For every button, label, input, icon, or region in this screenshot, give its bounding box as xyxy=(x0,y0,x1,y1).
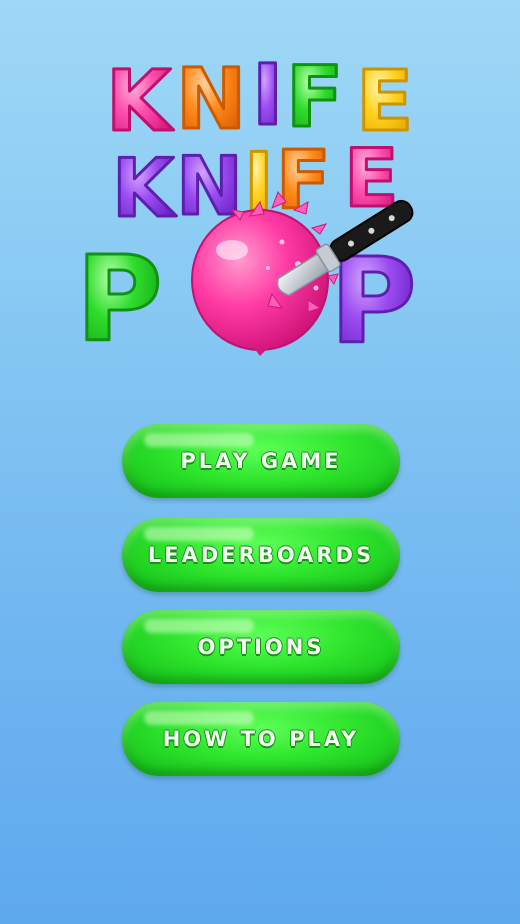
game-logo: K N I F E K N I F E P P xyxy=(75,45,418,369)
leaderboards-button[interactable]: LEADERBOARDS xyxy=(122,518,400,592)
logo-letter-k: K xyxy=(106,52,174,150)
leaderboards-label: LEADERBOARDS xyxy=(147,543,375,567)
play-game-label: PLAY GAME xyxy=(180,449,342,473)
logo-letter-n: N xyxy=(176,50,246,148)
logo-letter-f: F xyxy=(286,48,343,146)
options-label: OPTIONS xyxy=(197,635,325,659)
logo-letter-k2: K xyxy=(112,142,177,235)
logo-letter-p: P xyxy=(76,230,162,368)
play-game-button[interactable]: PLAY GAME xyxy=(122,424,400,498)
how-to-play-label: HOW TO PLAY xyxy=(162,727,360,751)
options-button[interactable]: OPTIONS xyxy=(122,610,400,684)
how-to-play-button[interactable]: HOW TO PLAY xyxy=(122,702,400,776)
logo-letter-i: I xyxy=(252,46,283,144)
